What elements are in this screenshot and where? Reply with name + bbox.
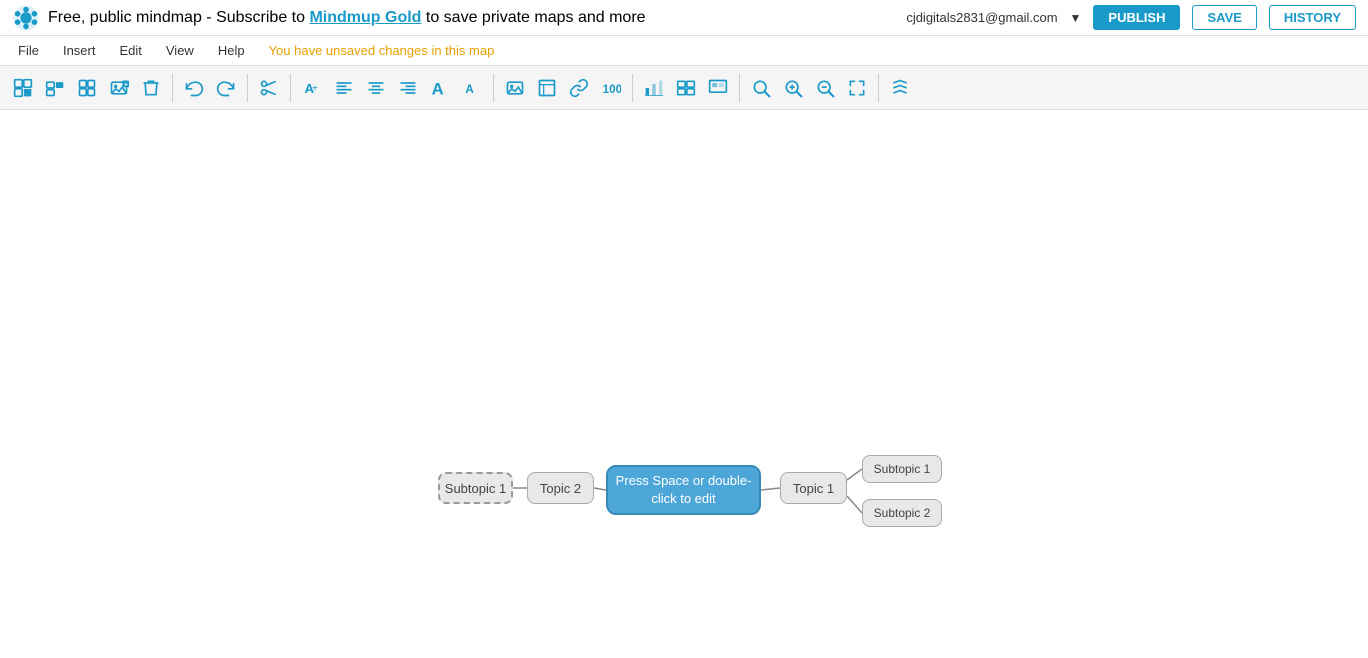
frame-button[interactable] (532, 73, 562, 103)
toolbar-separator-5 (632, 74, 633, 102)
subtopic1-right-node[interactable]: Subtopic 1 (862, 455, 942, 483)
collapse-button[interactable] (72, 73, 102, 103)
style-button[interactable]: A+ (297, 73, 327, 103)
number-button[interactable]: 100 (596, 73, 626, 103)
menu-edit[interactable]: Edit (109, 41, 151, 60)
analytics-button[interactable] (639, 73, 669, 103)
history-button[interactable]: HISTORY (1269, 5, 1356, 30)
fit-button[interactable] (842, 73, 872, 103)
subtopic1-left-node[interactable]: Subtopic 1 (438, 472, 513, 504)
topic1-node[interactable]: Topic 1 (780, 472, 847, 504)
svg-text:100: 100 (603, 83, 621, 96)
menu-view[interactable]: View (156, 41, 204, 60)
undo-button[interactable] (179, 73, 209, 103)
svg-text:+: + (124, 81, 128, 88)
menu-bar: File Insert Edit View Help You have unsa… (0, 36, 1368, 66)
toolbar-separator-2 (247, 74, 248, 102)
toolbar-separator-4 (493, 74, 494, 102)
align-left-button[interactable] (329, 73, 359, 103)
svg-text:+: + (312, 83, 318, 94)
brand-link[interactable]: Mindmup Gold (309, 9, 421, 26)
user-dropdown-icon[interactable]: ▼ (1070, 11, 1082, 25)
add-sibling-button[interactable] (40, 73, 70, 103)
font-larger-button[interactable]: A (425, 73, 455, 103)
scissors-button[interactable] (254, 73, 284, 103)
svg-text:A: A (432, 79, 444, 97)
save-button[interactable]: SAVE (1192, 5, 1256, 30)
mindmap-canvas[interactable]: Press Space or double-click to edit Topi… (0, 110, 1368, 658)
menu-file[interactable]: File (8, 41, 49, 60)
collapse-all-button[interactable] (885, 73, 915, 103)
align-center-button[interactable] (361, 73, 391, 103)
topic2-node[interactable]: Topic 2 (527, 472, 594, 504)
toolbar: + A+ A A 100 (0, 66, 1368, 110)
publish-button[interactable]: PUBLISH (1093, 5, 1180, 30)
align-right-button[interactable] (393, 73, 423, 103)
insert-image-button[interactable] (500, 73, 530, 103)
font-smaller-button[interactable]: A (457, 73, 487, 103)
redo-button[interactable] (211, 73, 241, 103)
toolbar-separator-3 (290, 74, 291, 102)
unsaved-message: You have unsaved changes in this map (269, 43, 495, 58)
zoom-in-button[interactable] (778, 73, 808, 103)
zoom-out-button[interactable] (810, 73, 840, 103)
presentation-button[interactable] (703, 73, 733, 103)
toolbar-separator (172, 74, 173, 102)
center-node[interactable]: Press Space or double-click to edit (606, 465, 761, 515)
subtopic2-right-node[interactable]: Subtopic 2 (862, 499, 942, 527)
search-button[interactable] (746, 73, 776, 103)
user-email: cjdigitals2831@gmail.com (906, 10, 1057, 25)
delete-button[interactable] (136, 73, 166, 103)
connectors-svg (0, 110, 1368, 658)
banner-text: Free, public mindmap - Subscribe to Mind… (48, 9, 646, 27)
top-bar: Free, public mindmap - Subscribe to Mind… (0, 0, 1368, 36)
image-button[interactable]: + (104, 73, 134, 103)
top-bar-right: cjdigitals2831@gmail.com ▼ PUBLISH SAVE … (906, 5, 1356, 30)
toolbar-separator-7 (878, 74, 879, 102)
toolbar-separator-6 (739, 74, 740, 102)
logo-icon (12, 4, 40, 32)
top-bar-left: Free, public mindmap - Subscribe to Mind… (12, 4, 646, 32)
filter-button[interactable] (671, 73, 701, 103)
menu-insert[interactable]: Insert (53, 41, 106, 60)
svg-text:A: A (465, 83, 474, 96)
link-button[interactable] (564, 73, 594, 103)
menu-help[interactable]: Help (208, 41, 255, 60)
add-child-button[interactable] (8, 73, 38, 103)
